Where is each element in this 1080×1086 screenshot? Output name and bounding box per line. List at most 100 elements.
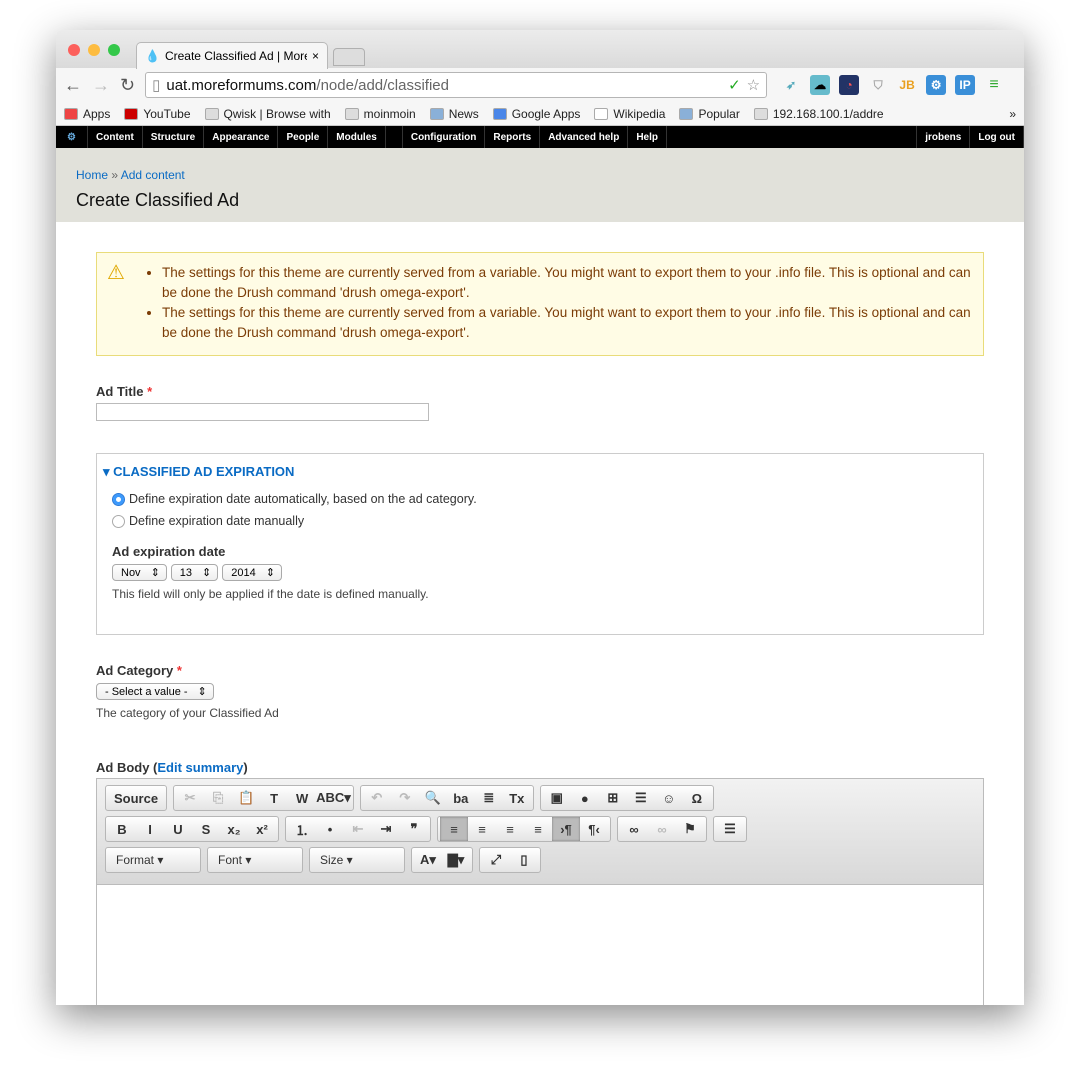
- new-tab-button[interactable]: [333, 48, 365, 66]
- bookmark-item[interactable]: 192.168.100.1/addre: [753, 107, 884, 121]
- address-bar[interactable]: ▯ uat.moreformums.com/node/add/classified…: [145, 72, 768, 98]
- network-extension-icon[interactable]: ⚙: [926, 75, 947, 95]
- forward-icon[interactable]: →: [92, 75, 110, 96]
- admin-user-link[interactable]: jrobens: [916, 126, 971, 148]
- superscript-button[interactable]: x²: [248, 818, 276, 840]
- align-left-button[interactable]: ≡: [440, 817, 468, 841]
- bookmark-item[interactable]: Google Apps: [492, 107, 580, 121]
- admin-menu-reports[interactable]: Reports: [485, 126, 541, 148]
- table-button[interactable]: ⊞: [599, 787, 627, 809]
- admin-menu-configuration[interactable]: Configuration: [401, 126, 486, 148]
- format-dropdown[interactable]: Format ▾: [108, 849, 198, 871]
- remove-format-button[interactable]: Tx: [503, 787, 531, 809]
- close-window-button[interactable]: [68, 44, 80, 56]
- bookmark-item[interactable]: moinmoin: [344, 107, 416, 121]
- undo-button[interactable]: ↶: [363, 787, 391, 809]
- underline-button[interactable]: U: [164, 818, 192, 840]
- horizontal-rule-button[interactable]: ☰: [627, 787, 655, 809]
- indent-button[interactable]: ⇥: [372, 818, 400, 840]
- copy-button[interactable]: ⎘: [204, 787, 232, 809]
- bg-color-button[interactable]: ▇▾: [442, 849, 470, 871]
- redo-button[interactable]: ↷: [391, 787, 419, 809]
- paste-word-button[interactable]: W: [288, 787, 316, 809]
- replace-button[interactable]: ba: [447, 787, 475, 809]
- menu-icon[interactable]: ≡: [984, 75, 1004, 95]
- ip-extension-icon[interactable]: IP: [955, 75, 976, 95]
- twitter-extension-icon[interactable]: ➶: [781, 75, 801, 95]
- bookmark-item[interactable]: Popular: [679, 107, 740, 121]
- bookmark-item[interactable]: Wikipedia: [594, 107, 665, 121]
- tab-active[interactable]: 💧Create Classified Ad | MoreForMums×: [136, 42, 328, 69]
- text-color-button[interactable]: A▾: [414, 849, 442, 871]
- bookmark-item[interactable]: Qwisk | Browse with: [204, 107, 331, 121]
- jb-extension-icon[interactable]: JB: [897, 75, 917, 95]
- paste-button[interactable]: 📋: [232, 787, 260, 809]
- size-dropdown[interactable]: Size ▾: [312, 849, 402, 871]
- font-dropdown[interactable]: Font ▾: [210, 849, 300, 871]
- paste-text-button[interactable]: T: [260, 787, 288, 809]
- radio-manual[interactable]: Define expiration date manually: [112, 514, 968, 528]
- smiley-button[interactable]: ☺: [655, 787, 683, 809]
- minimize-button[interactable]: [88, 44, 100, 56]
- image-button[interactable]: ▣: [543, 787, 571, 809]
- admin-menu-help[interactable]: Help: [628, 126, 667, 148]
- bookmarks-overflow-button[interactable]: »: [1009, 107, 1016, 121]
- flash-button[interactable]: ●: [571, 787, 599, 809]
- drupal-home-icon[interactable]: ⚙: [56, 126, 88, 148]
- breadcrumb-add-content[interactable]: Add content: [121, 168, 185, 182]
- align-right-button[interactable]: ≡: [496, 818, 524, 840]
- align-center-button[interactable]: ≡: [468, 818, 496, 840]
- back-icon[interactable]: ←: [64, 75, 82, 96]
- day-select[interactable]: 13 ⇕: [170, 564, 219, 581]
- subscript-button[interactable]: x₂: [220, 818, 248, 840]
- logout-link[interactable]: Log out: [970, 126, 1024, 148]
- ad-title-input[interactable]: [96, 403, 429, 421]
- speedometer-extension-icon[interactable]: ◔: [839, 75, 860, 95]
- close-tab-icon[interactable]: ×: [312, 49, 319, 63]
- year-select[interactable]: 2014 ⇕: [222, 564, 282, 581]
- admin-menu-people[interactable]: People: [278, 126, 329, 148]
- cut-button[interactable]: ✂: [176, 787, 204, 809]
- bookmark-item[interactable]: YouTube: [124, 107, 191, 121]
- admin-menu-content[interactable]: Content: [88, 126, 143, 148]
- breadcrumb-home[interactable]: Home: [76, 168, 108, 182]
- extension-check-icon[interactable]: ✓: [728, 76, 741, 94]
- special-char-button[interactable]: Ω: [683, 787, 711, 809]
- bulleted-list-button[interactable]: •: [316, 818, 344, 840]
- bold-button[interactable]: B: [108, 818, 136, 840]
- bookmark-item[interactable]: Apps: [64, 107, 110, 121]
- page-break-button[interactable]: ☰: [716, 818, 744, 840]
- admin-menu-advanced-help[interactable]: Advanced help: [540, 126, 629, 148]
- maximize-button[interactable]: ⤢: [482, 849, 510, 871]
- strike-button[interactable]: S: [192, 818, 220, 840]
- zoom-button[interactable]: [108, 44, 120, 56]
- month-select[interactable]: Nov ⇕: [112, 564, 167, 581]
- anchor-button[interactable]: ⚑: [676, 818, 704, 840]
- outdent-button[interactable]: ⇤: [344, 818, 372, 840]
- link-button[interactable]: ∞: [620, 818, 648, 840]
- justify-button[interactable]: ≡: [524, 818, 552, 840]
- shield-extension-icon[interactable]: ⛉: [868, 75, 888, 95]
- select-all-button[interactable]: ≣: [475, 787, 503, 809]
- italic-button[interactable]: I: [136, 818, 164, 840]
- reload-icon[interactable]: ↻: [120, 75, 135, 96]
- editor-content-area[interactable]: [97, 885, 983, 1005]
- radio-auto[interactable]: Define expiration date automatically, ba…: [112, 492, 968, 506]
- admin-menu-appearance[interactable]: Appearance: [204, 126, 279, 148]
- source-button[interactable]: Source: [108, 787, 164, 809]
- spellcheck-button[interactable]: ABC▾: [316, 787, 351, 809]
- weather-extension-icon[interactable]: ☁: [810, 75, 831, 95]
- category-select[interactable]: - Select a value - ⇕: [96, 683, 214, 700]
- edit-summary-link[interactable]: Edit summary: [157, 760, 243, 775]
- expiration-legend[interactable]: ▾ CLASSIFIED AD EXPIRATION: [103, 464, 968, 480]
- rtl-button[interactable]: ¶‹: [580, 818, 608, 840]
- unlink-button[interactable]: ∞: [648, 818, 676, 840]
- admin-menu-modules[interactable]: Modules: [328, 126, 386, 148]
- blockquote-button[interactable]: ❞: [400, 818, 428, 840]
- bookmark-item[interactable]: News: [429, 107, 479, 121]
- bookmark-star-icon[interactable]: ☆: [747, 76, 760, 94]
- find-button[interactable]: 🔍: [419, 787, 447, 809]
- admin-menu-structure[interactable]: Structure: [143, 126, 205, 148]
- numbered-list-button[interactable]: ⒈: [288, 818, 316, 840]
- ltr-button[interactable]: ›¶: [552, 817, 580, 841]
